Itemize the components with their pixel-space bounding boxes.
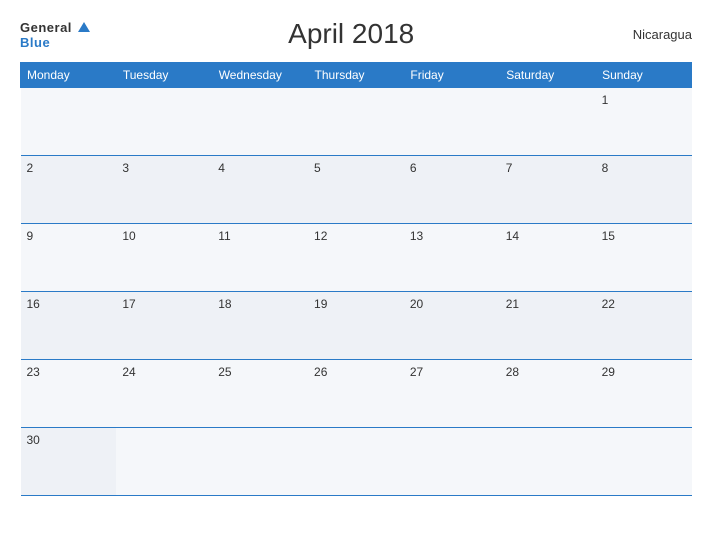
calendar-cell: 14 <box>500 224 596 292</box>
col-tuesday: Tuesday <box>116 63 212 88</box>
calendar-cell: 22 <box>596 292 692 360</box>
calendar-cell: 1 <box>596 88 692 156</box>
calendar-cell: 9 <box>21 224 117 292</box>
day-number: 8 <box>602 161 609 175</box>
calendar-cell <box>21 88 117 156</box>
calendar-cell <box>308 428 404 496</box>
calendar-cell: 4 <box>212 156 308 224</box>
logo-triangle-icon <box>78 22 90 32</box>
day-number: 28 <box>506 365 519 379</box>
calendar-cell: 21 <box>500 292 596 360</box>
day-number: 22 <box>602 297 615 311</box>
day-number: 13 <box>410 229 423 243</box>
day-number: 19 <box>314 297 327 311</box>
calendar-page: General Blue April 2018 Nicaragua Monday… <box>0 0 712 550</box>
day-number: 4 <box>218 161 225 175</box>
calendar-week-row: 30 <box>21 428 692 496</box>
calendar-cell: 13 <box>404 224 500 292</box>
calendar-cell: 7 <box>500 156 596 224</box>
day-number: 20 <box>410 297 423 311</box>
calendar-week-row: 9 10 11 12 13 14 15 <box>21 224 692 292</box>
day-number: 24 <box>122 365 135 379</box>
calendar-cell: 5 <box>308 156 404 224</box>
col-monday: Monday <box>21 63 117 88</box>
calendar-cell: 16 <box>21 292 117 360</box>
day-number: 17 <box>122 297 135 311</box>
calendar-cell: 26 <box>308 360 404 428</box>
day-number: 29 <box>602 365 615 379</box>
day-number: 25 <box>218 365 231 379</box>
day-number: 3 <box>122 161 129 175</box>
calendar-cell: 19 <box>308 292 404 360</box>
day-number: 12 <box>314 229 327 243</box>
day-number: 16 <box>27 297 40 311</box>
calendar-cell <box>116 88 212 156</box>
calendar-cell: 24 <box>116 360 212 428</box>
calendar-cell <box>500 428 596 496</box>
calendar-cell <box>404 88 500 156</box>
calendar-cell <box>212 428 308 496</box>
calendar-cell: 6 <box>404 156 500 224</box>
logo-blue: Blue <box>20 36 90 49</box>
day-number: 15 <box>602 229 615 243</box>
calendar-cell <box>596 428 692 496</box>
day-number: 27 <box>410 365 423 379</box>
calendar-cell <box>500 88 596 156</box>
calendar-week-row: 16 17 18 19 20 21 22 <box>21 292 692 360</box>
calendar-title: April 2018 <box>90 18 612 50</box>
calendar-cell: 8 <box>596 156 692 224</box>
calendar-cell <box>404 428 500 496</box>
day-number: 14 <box>506 229 519 243</box>
day-number: 7 <box>506 161 513 175</box>
calendar-cell: 11 <box>212 224 308 292</box>
calendar-cell: 12 <box>308 224 404 292</box>
calendar-week-row: 1 <box>21 88 692 156</box>
day-number: 11 <box>218 229 230 243</box>
country-label: Nicaragua <box>612 27 692 42</box>
day-number: 1 <box>602 93 609 107</box>
calendar-cell: 2 <box>21 156 117 224</box>
calendar-week-row: 2 3 4 5 6 7 8 <box>21 156 692 224</box>
calendar-table: Monday Tuesday Wednesday Thursday Friday… <box>20 62 692 496</box>
calendar-cell: 30 <box>21 428 117 496</box>
calendar-cell: 23 <box>21 360 117 428</box>
day-number: 23 <box>27 365 40 379</box>
calendar-cell: 10 <box>116 224 212 292</box>
calendar-cell: 20 <box>404 292 500 360</box>
day-number: 18 <box>218 297 231 311</box>
header: General Blue April 2018 Nicaragua <box>20 18 692 50</box>
day-number: 6 <box>410 161 417 175</box>
day-number: 26 <box>314 365 327 379</box>
day-number: 2 <box>27 161 34 175</box>
calendar-cell: 28 <box>500 360 596 428</box>
day-number: 30 <box>27 433 40 447</box>
calendar-cell: 18 <box>212 292 308 360</box>
col-saturday: Saturday <box>500 63 596 88</box>
calendar-cell: 17 <box>116 292 212 360</box>
calendar-cell: 3 <box>116 156 212 224</box>
logo-general: General <box>20 20 90 36</box>
calendar-header-row: Monday Tuesday Wednesday Thursday Friday… <box>21 63 692 88</box>
calendar-cell <box>116 428 212 496</box>
day-number: 10 <box>122 229 135 243</box>
col-friday: Friday <box>404 63 500 88</box>
calendar-cell: 25 <box>212 360 308 428</box>
col-sunday: Sunday <box>596 63 692 88</box>
col-thursday: Thursday <box>308 63 404 88</box>
calendar-cell: 29 <box>596 360 692 428</box>
calendar-cell <box>308 88 404 156</box>
logo: General Blue <box>20 20 90 49</box>
day-number: 5 <box>314 161 321 175</box>
col-wednesday: Wednesday <box>212 63 308 88</box>
calendar-week-row: 23 24 25 26 27 28 29 <box>21 360 692 428</box>
day-number: 9 <box>27 229 34 243</box>
calendar-cell: 27 <box>404 360 500 428</box>
calendar-cell <box>212 88 308 156</box>
calendar-cell: 15 <box>596 224 692 292</box>
day-number: 21 <box>506 297 519 311</box>
